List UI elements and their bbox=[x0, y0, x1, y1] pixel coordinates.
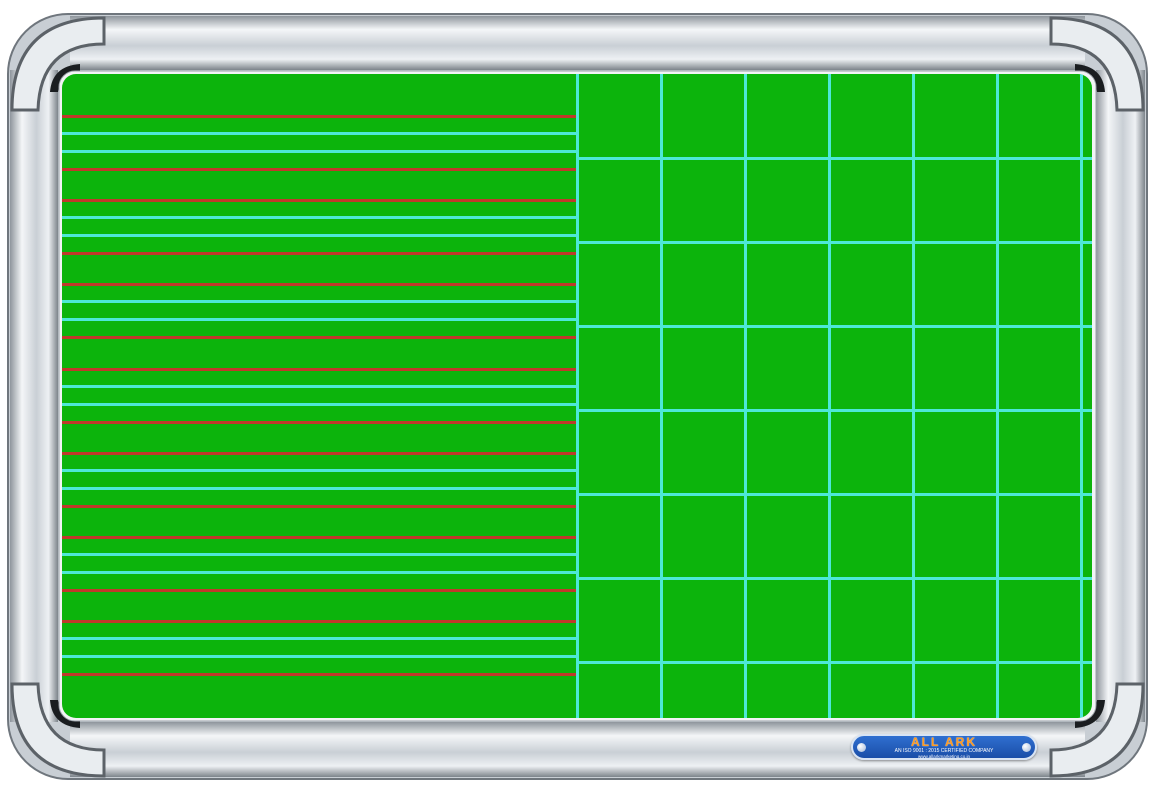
cyan-writing-line bbox=[62, 216, 576, 220]
grid-horizontal-line bbox=[576, 325, 1092, 328]
red-writing-line bbox=[62, 620, 576, 624]
grid-vertical-line bbox=[744, 74, 747, 718]
grid-horizontal-line bbox=[576, 409, 1092, 412]
cyan-writing-line bbox=[62, 486, 576, 490]
grid-vertical-line bbox=[996, 74, 999, 718]
cyan-writing-line bbox=[62, 655, 576, 659]
ruled-lines-panel bbox=[62, 74, 576, 718]
brand-name: ALL ARK bbox=[911, 735, 977, 749]
cyan-writing-line bbox=[62, 150, 576, 153]
red-writing-line bbox=[62, 673, 576, 677]
red-writing-line bbox=[62, 504, 576, 508]
cyan-writing-line bbox=[62, 384, 576, 388]
grid-horizontal-line bbox=[576, 493, 1092, 496]
cyan-writing-line bbox=[62, 300, 576, 304]
red-writing-line bbox=[62, 451, 576, 455]
grid-horizontal-line bbox=[576, 157, 1092, 160]
grid-vertical-line bbox=[660, 74, 663, 718]
cyan-writing-line bbox=[62, 468, 576, 472]
badge-rivet-left-icon bbox=[857, 743, 866, 752]
grid-vertical-line bbox=[576, 74, 579, 718]
red-writing-line bbox=[62, 367, 576, 371]
cyan-writing-line bbox=[62, 553, 576, 556]
red-writing-line bbox=[62, 115, 576, 118]
red-writing-line bbox=[62, 252, 576, 256]
cyan-writing-line bbox=[62, 571, 576, 574]
grid-vertical-line bbox=[828, 74, 831, 718]
grid-horizontal-line bbox=[576, 577, 1092, 580]
square-grid-panel bbox=[576, 74, 1092, 718]
red-writing-line bbox=[62, 589, 576, 592]
red-writing-line bbox=[62, 199, 576, 203]
red-writing-line bbox=[62, 536, 576, 539]
red-writing-line bbox=[62, 420, 576, 424]
brand-website: www.allarkmarketing.co.in bbox=[917, 754, 971, 759]
cyan-writing-line bbox=[62, 132, 576, 135]
grid-vertical-line bbox=[912, 74, 915, 718]
red-writing-line bbox=[62, 336, 576, 340]
grid-horizontal-line bbox=[576, 241, 1092, 244]
badge-rivet-right-icon bbox=[1022, 743, 1031, 752]
cyan-writing-line bbox=[62, 402, 576, 406]
cyan-writing-line bbox=[62, 234, 576, 238]
brand-badge: ALL ARK AN ISO 9001 : 2015 CERTIFIED COM… bbox=[851, 734, 1037, 760]
grid-vertical-line bbox=[1080, 74, 1083, 718]
grid-horizontal-line bbox=[576, 661, 1092, 664]
red-writing-line bbox=[62, 168, 576, 171]
cyan-writing-line bbox=[62, 318, 576, 322]
green-board-surface bbox=[62, 74, 1092, 718]
red-writing-line bbox=[62, 283, 576, 287]
cyan-writing-line bbox=[62, 637, 576, 641]
